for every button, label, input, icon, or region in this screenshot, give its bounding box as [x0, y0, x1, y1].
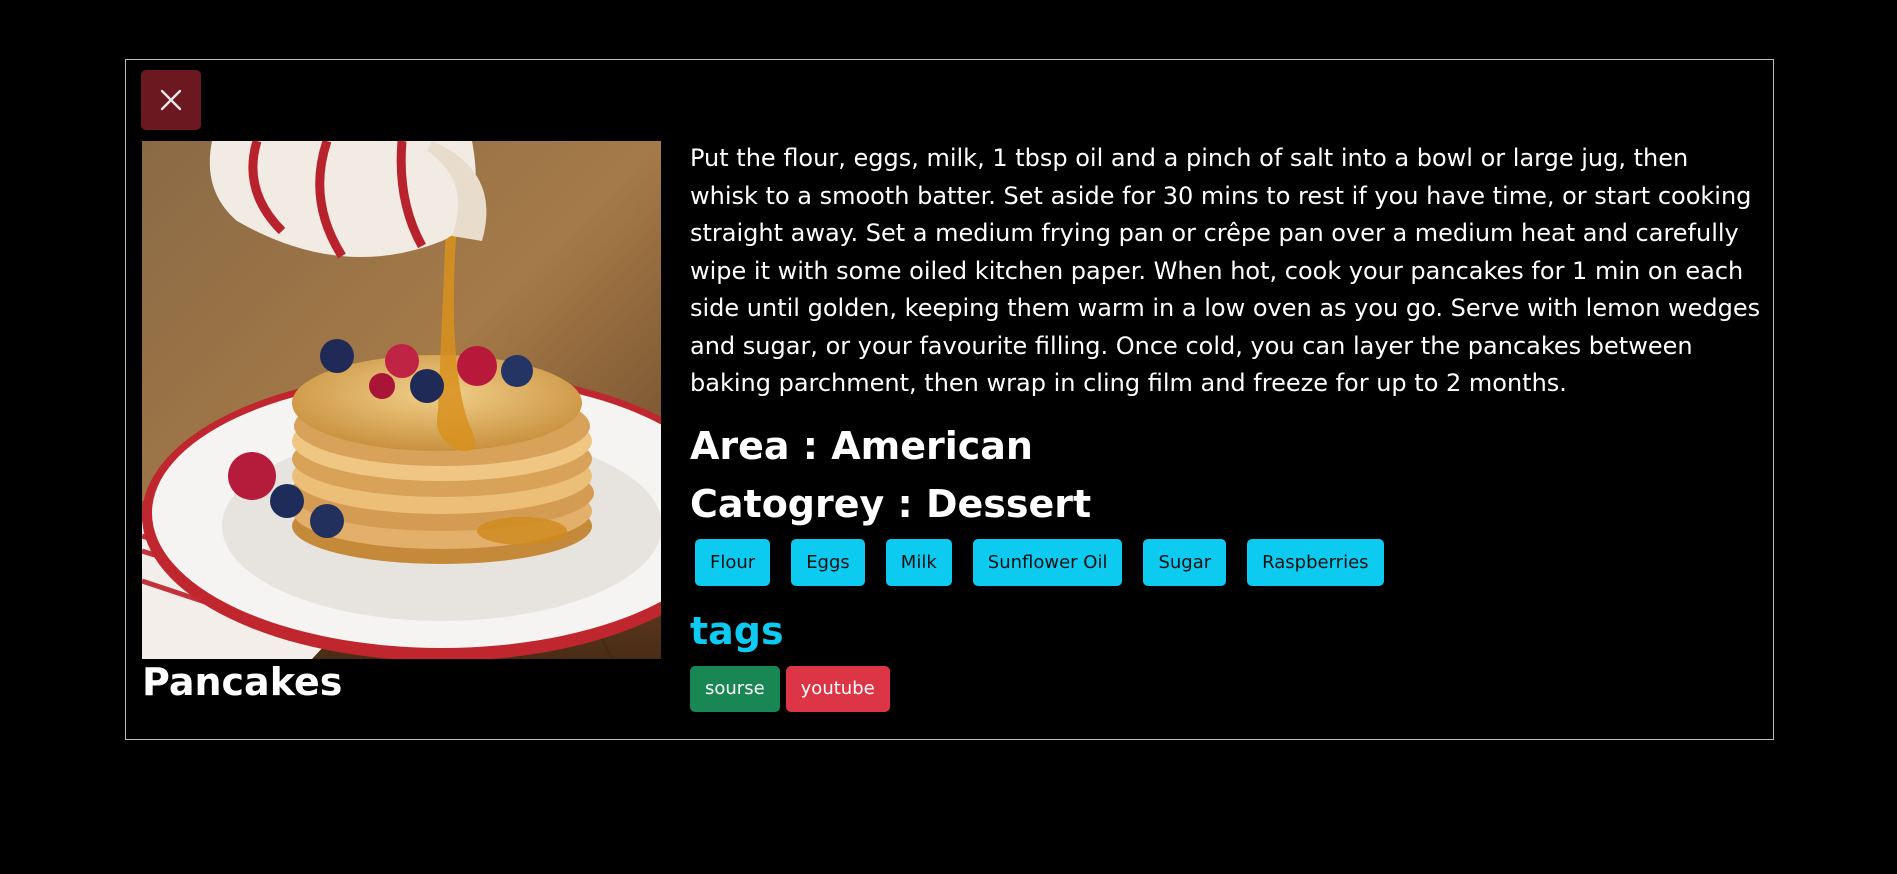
meal-details: Put the flour, eggs, milk, 1 tbsp oil an… [690, 140, 1762, 712]
ingredient-badge: Flour [695, 538, 771, 586]
source-link-button[interactable]: sourse [690, 665, 780, 712]
meal-title: Pancakes [142, 660, 343, 704]
meal-details-modal: Pancakes Put the flour, eggs, milk, 1 tb… [125, 59, 1774, 740]
youtube-link-button[interactable]: youtube [785, 665, 890, 712]
close-button[interactable] [141, 70, 201, 130]
ingredient-badge: Sugar [1143, 538, 1227, 586]
ingredient-badge: Sunflower Oil [972, 538, 1123, 586]
ingredient-badge: Eggs [791, 538, 865, 586]
ingredients-list: Flour Eggs Milk Sunflower Oil Sugar Rasp… [690, 538, 1762, 586]
close-icon [160, 89, 182, 111]
ingredient-badge: Milk [885, 538, 952, 586]
tags-heading: tags [690, 608, 784, 653]
meal-category: Catogrey : Dessert [690, 481, 1092, 526]
tags-list: sourse youtube [690, 665, 1762, 712]
ingredient-badge: Raspberries [1247, 538, 1384, 586]
meal-area: Area : American [690, 423, 1033, 468]
meal-instructions: Put the flour, eggs, milk, 1 tbsp oil an… [690, 144, 1761, 397]
meal-image [142, 141, 661, 659]
